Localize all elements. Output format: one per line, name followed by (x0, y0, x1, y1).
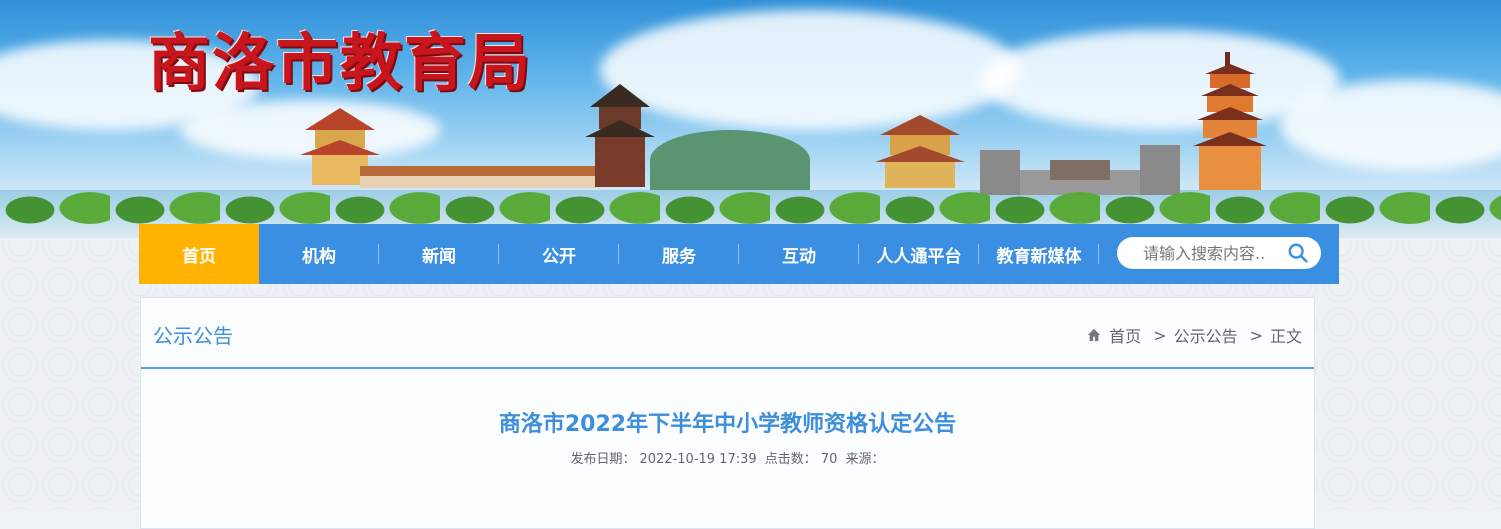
tree-line (0, 170, 1501, 230)
nav-item-interaction[interactable]: 互动 (739, 224, 859, 284)
header-banner: 商洛市教育局 (0, 0, 1501, 238)
panel-header: 公示公告 首页 > 公示公告 > 正文 (141, 298, 1314, 369)
nav-item-home[interactable]: 首页 (139, 224, 259, 284)
search-box (1117, 237, 1321, 269)
breadcrumb-separator: > (1249, 325, 1263, 345)
nav-item-new-media[interactable]: 教育新媒体 (979, 224, 1099, 284)
panel-title: 公示公告 (153, 324, 233, 348)
site-title: 商洛市教育局 (148, 26, 533, 99)
nav-item-news[interactable]: 新闻 (379, 224, 499, 284)
breadcrumb-section[interactable]: 公示公告 (1174, 323, 1238, 347)
nav-item-public[interactable]: 公开 (499, 224, 619, 284)
breadcrumb: 首页 > 公示公告 > 正文 (1087, 323, 1302, 347)
publish-date-label: 发布日期： (570, 452, 636, 467)
breadcrumb-separator: > (1153, 325, 1167, 345)
source-label: 来源： (845, 452, 885, 467)
publish-date: 2022-10-19 17:39 (639, 452, 757, 467)
nav-item-organization[interactable]: 机构 (259, 224, 379, 284)
nav-item-services[interactable]: 服务 (619, 224, 739, 284)
search-icon[interactable] (1287, 242, 1309, 264)
search-input[interactable] (1141, 242, 1295, 264)
breadcrumb-home[interactable]: 首页 (1109, 323, 1141, 347)
nav-item-platform[interactable]: 人人通平台 (859, 224, 979, 284)
article-meta: 发布日期： 2022-10-19 17:39 点击数： 70 来源： (141, 448, 1314, 467)
breadcrumb-current: 正文 (1269, 327, 1302, 346)
content-panel: 公示公告 首页 > 公示公告 > 正文 商洛市2022年下半年中小学教师资格认定… (140, 297, 1315, 529)
home-icon (1088, 328, 1101, 342)
click-count: 70 (820, 452, 838, 467)
main-nav: 首页 机构 新闻 公开 服务 互动 人人通平台 教育新媒体 (139, 224, 1339, 284)
click-count-label: 点击数： (764, 452, 817, 467)
article-title: 商洛市2022年下半年中小学教师资格认定公告 (498, 412, 957, 437)
